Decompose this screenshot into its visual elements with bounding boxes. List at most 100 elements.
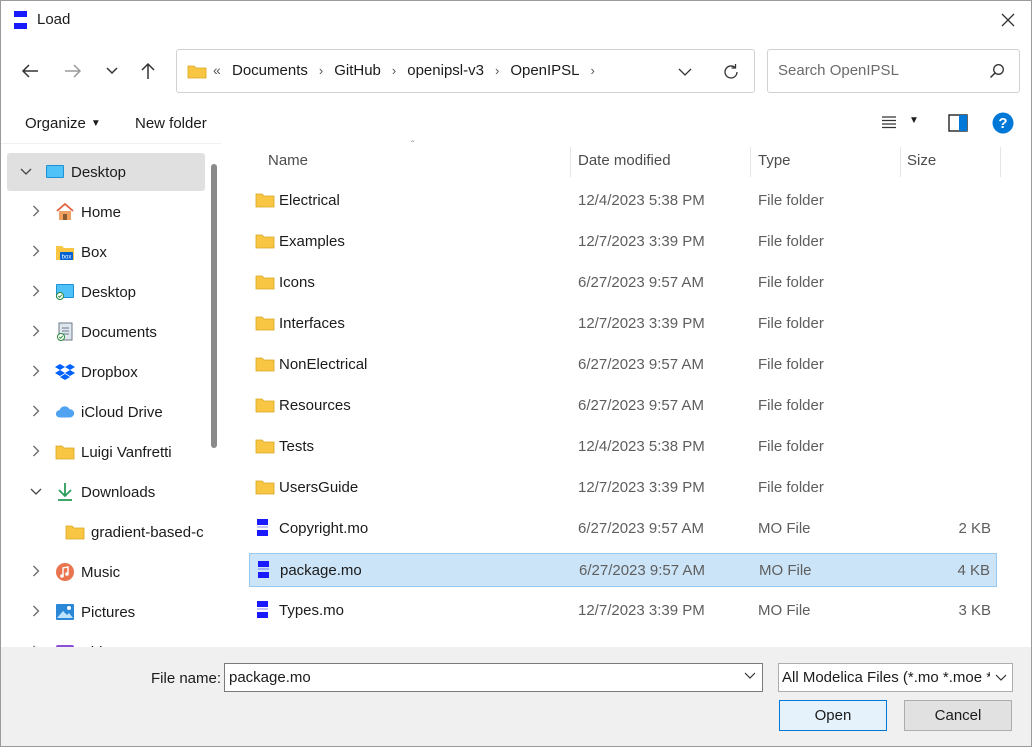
file-list[interactable]: Name ˆ Date modified Type Size Electrica…	[229, 140, 1023, 647]
close-button[interactable]	[985, 1, 1031, 39]
search-input[interactable]: Search OpenIPSL	[767, 49, 1020, 93]
sidebar-item[interactable]: Desktop	[7, 273, 205, 311]
file-row[interactable]: package.mo 6/27/2023 9:57 AM MO File 4 KB	[249, 553, 997, 587]
organize-label: Organize	[25, 115, 86, 132]
column-divider[interactable]	[750, 147, 751, 177]
sidebar-item-label: Music	[81, 563, 121, 581]
file-row[interactable]: Icons 6/27/2023 9:57 AM File folder	[249, 266, 997, 300]
view-list-icon[interactable]	[881, 115, 897, 129]
column-divider[interactable]	[900, 147, 901, 177]
navigation-bar: « Documents › GitHub › openipsl-v3 › Ope…	[1, 39, 1031, 103]
sidebar-item[interactable]: Videos	[7, 633, 205, 647]
chevron-right-icon[interactable]	[29, 405, 43, 420]
sidebar-item[interactable]: Pictures	[7, 593, 205, 631]
refresh-button[interactable]	[719, 60, 743, 84]
chevron-down-icon[interactable]	[744, 671, 756, 681]
cancel-button[interactable]: Cancel	[904, 700, 1012, 731]
help-icon[interactable]: ?	[992, 112, 1014, 134]
file-row[interactable]: Interfaces 12/7/2023 3:39 PM File folder	[249, 307, 997, 341]
arrow-left-icon	[21, 64, 38, 78]
sidebar-item[interactable]: Desktop	[7, 153, 205, 191]
new-folder-button[interactable]: New folder	[135, 115, 207, 132]
file-name: Tests	[279, 438, 315, 455]
file-name-input[interactable]: package.mo	[224, 663, 763, 692]
breadcrumb: Documents › GitHub › openipsl-v3 › OpenI…	[232, 62, 606, 79]
column-header-date-modified[interactable]: Date modified	[578, 143, 671, 177]
chevron-right-icon[interactable]	[29, 325, 43, 340]
chevron-down-icon[interactable]	[29, 485, 43, 499]
breadcrumb-separator-icon[interactable]: ›	[495, 63, 499, 78]
file-date-modified: 12/4/2023 5:38 PM	[578, 192, 705, 209]
open-button[interactable]: Open	[779, 700, 887, 731]
breadcrumb-documents[interactable]: Documents	[232, 62, 308, 79]
file-name-label: File name:	[151, 670, 222, 687]
file-date-modified: 12/7/2023 3:39 PM	[578, 315, 705, 332]
sidebar-scrollbar[interactable]	[211, 164, 217, 448]
sidebar-item[interactable]: Dropbox	[7, 353, 205, 391]
breadcrumb-separator-icon[interactable]: ›	[392, 63, 396, 78]
chevron-right-icon[interactable]	[29, 605, 43, 620]
sidebar-item[interactable]: iCloud Drive	[7, 393, 205, 431]
file-row[interactable]: Resources 6/27/2023 9:57 AM File folder	[249, 389, 997, 423]
navigation-pane[interactable]: Desktop Home box Box Desktop Documents Dropbox…	[1, 143, 221, 647]
column-divider[interactable]	[570, 147, 571, 177]
file-row[interactable]: NonElectrical 6/27/2023 9:57 AM File folde…	[249, 348, 997, 382]
sidebar-item[interactable]: Luigi Vanfretti	[7, 433, 205, 471]
chevron-right-icon[interactable]	[29, 205, 43, 220]
modelica-file-icon	[255, 518, 271, 542]
address-bar[interactable]: « Documents › GitHub › openipsl-v3 › Ope…	[176, 49, 755, 93]
sidebar-item-label: Downloads	[81, 483, 156, 501]
breadcrumb-separator-icon[interactable]: ›	[591, 63, 595, 78]
breadcrumb-openipsl[interactable]: OpenIPSL	[510, 62, 579, 79]
organize-button[interactable]: Organize ▼	[25, 115, 101, 132]
folder-icon	[65, 522, 85, 542]
file-row[interactable]: Tests 12/4/2023 5:38 PM File folder	[249, 430, 997, 464]
recent-locations-button[interactable]	[95, 55, 129, 87]
breadcrumb-github[interactable]: GitHub	[334, 62, 381, 79]
file-type-filter[interactable]: All Modelica Files (*.mo *.moe *	[778, 663, 1013, 692]
file-type: MO File	[758, 602, 811, 619]
file-name: Resources	[279, 397, 351, 414]
breadcrumb-separator-icon[interactable]: ›	[319, 63, 323, 78]
back-button[interactable]	[13, 55, 47, 87]
filter-dropdown-button[interactable]	[990, 664, 1012, 691]
file-date-modified: 12/7/2023 3:39 PM	[578, 479, 705, 496]
sidebar-item[interactable]: gradient-based-c	[7, 513, 205, 551]
chevron-right-icon[interactable]	[29, 445, 43, 460]
chevron-right-icon[interactable]	[29, 245, 43, 260]
chevron-down-icon[interactable]	[19, 165, 33, 179]
chevron-right-icon[interactable]	[29, 365, 43, 380]
dialog-footer: File name: package.mo All Modelica Files…	[1, 647, 1031, 746]
view-options-caret-icon[interactable]: ▼	[909, 115, 919, 126]
file-date-modified: 12/7/2023 3:39 PM	[578, 602, 705, 619]
address-history-dropdown[interactable]	[673, 62, 697, 82]
preview-pane-icon[interactable]	[948, 114, 968, 132]
sidebar-item-label: Documents	[81, 323, 157, 341]
sidebar-item[interactable]: Music	[7, 553, 205, 591]
column-divider[interactable]	[1000, 147, 1001, 177]
column-header-type[interactable]: Type	[758, 143, 791, 177]
breadcrumb-openipsl-v3[interactable]: openipsl-v3	[407, 62, 484, 79]
sidebar-item-label: gradient-based-c	[91, 523, 204, 541]
sidebar-item[interactable]: Downloads	[7, 473, 205, 511]
column-header-size[interactable]: Size	[907, 143, 936, 177]
file-row[interactable]: Copyright.mo 6/27/2023 9:57 AM MO File 2 KB	[249, 512, 997, 546]
file-row[interactable]: UsersGuide 12/7/2023 3:39 PM File folder	[249, 471, 997, 505]
file-type: File folder	[758, 233, 824, 250]
folder-icon	[255, 397, 275, 417]
up-button[interactable]	[131, 55, 165, 87]
sidebar-item[interactable]: box Box	[7, 233, 205, 271]
folder-icon	[255, 274, 275, 294]
file-row[interactable]: Types.mo 12/7/2023 3:39 PM MO File 3 KB	[249, 594, 997, 628]
sidebar-item[interactable]: Home	[7, 193, 205, 231]
file-row[interactable]: Examples 12/7/2023 3:39 PM File folder	[249, 225, 997, 259]
file-row[interactable]: Electrical 12/4/2023 5:38 PM File folder	[249, 184, 997, 218]
chevron-right-icon[interactable]	[29, 285, 43, 300]
forward-button[interactable]	[56, 55, 90, 87]
sidebar-item[interactable]: Documents	[7, 313, 205, 351]
chevron-right-icon[interactable]	[29, 565, 43, 580]
column-header-name[interactable]: Name	[268, 143, 308, 177]
overflow-chevrons[interactable]: «	[213, 62, 221, 78]
chevron-down-icon	[106, 67, 118, 75]
file-type: File folder	[758, 315, 824, 332]
